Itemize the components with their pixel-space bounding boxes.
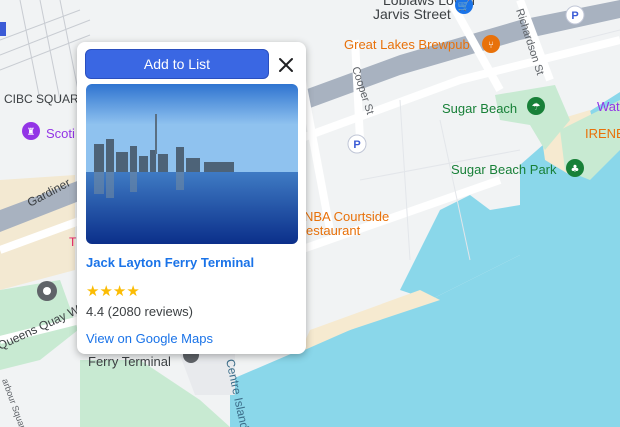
- svg-text:♣: ♣: [571, 164, 580, 175]
- label-courtside-2[interactable]: estaurant: [306, 223, 361, 238]
- close-icon[interactable]: [275, 54, 297, 76]
- place-title[interactable]: Jack Layton Ferry Terminal: [86, 255, 254, 270]
- svg-text:P: P: [353, 139, 360, 151]
- parking-icon[interactable]: P: [565, 5, 585, 25]
- label-irene[interactable]: IRENE: [585, 126, 620, 141]
- label-wat[interactable]: Wat: [597, 99, 620, 114]
- parking-icon[interactable]: P: [347, 134, 367, 154]
- restaurant-icon[interactable]: ⑂: [482, 35, 500, 53]
- svg-text:🛒: 🛒: [458, 0, 470, 12]
- train-icon: [0, 22, 6, 36]
- label-sugar-beach-park[interactable]: Sugar Beach Park: [451, 162, 557, 177]
- place-info-popup: Add to List Jack Layton Ferry Terminal ★…: [77, 42, 306, 354]
- label-sugar-beach[interactable]: Sugar Beach: [442, 101, 517, 116]
- park-icon[interactable]: ♣: [566, 159, 584, 177]
- label-courtside-1[interactable]: NBA Courtside: [304, 209, 389, 224]
- place-photo[interactable]: [86, 84, 298, 244]
- add-to-list-button[interactable]: Add to List: [85, 49, 269, 79]
- svg-text:⑂: ⑂: [488, 40, 494, 51]
- label-t: T: [69, 235, 77, 249]
- svg-text:♜: ♜: [27, 127, 36, 138]
- star-rating-icon: ★★★★: [86, 283, 140, 300]
- label-great-lakes[interactable]: Great Lakes Brewpub: [344, 37, 470, 52]
- label-cibc: CIBC SQUAR: [4, 92, 79, 106]
- svg-text:☂: ☂: [532, 102, 541, 113]
- label-ferry-terminal[interactable]: Ferry Terminal: [88, 354, 171, 369]
- beach-icon[interactable]: ☂: [527, 97, 545, 115]
- label-jarvis: Jarvis Street: [373, 6, 451, 22]
- label-scoti[interactable]: Scoti: [46, 126, 75, 141]
- attraction-icon[interactable]: ♜: [22, 122, 40, 140]
- ferry-pin-icon[interactable]: [37, 281, 57, 301]
- view-on-google-maps-link[interactable]: View on Google Maps: [86, 331, 213, 346]
- svg-text:P: P: [571, 10, 578, 22]
- rating-reviews: 4.4 (2080 reviews): [86, 304, 193, 319]
